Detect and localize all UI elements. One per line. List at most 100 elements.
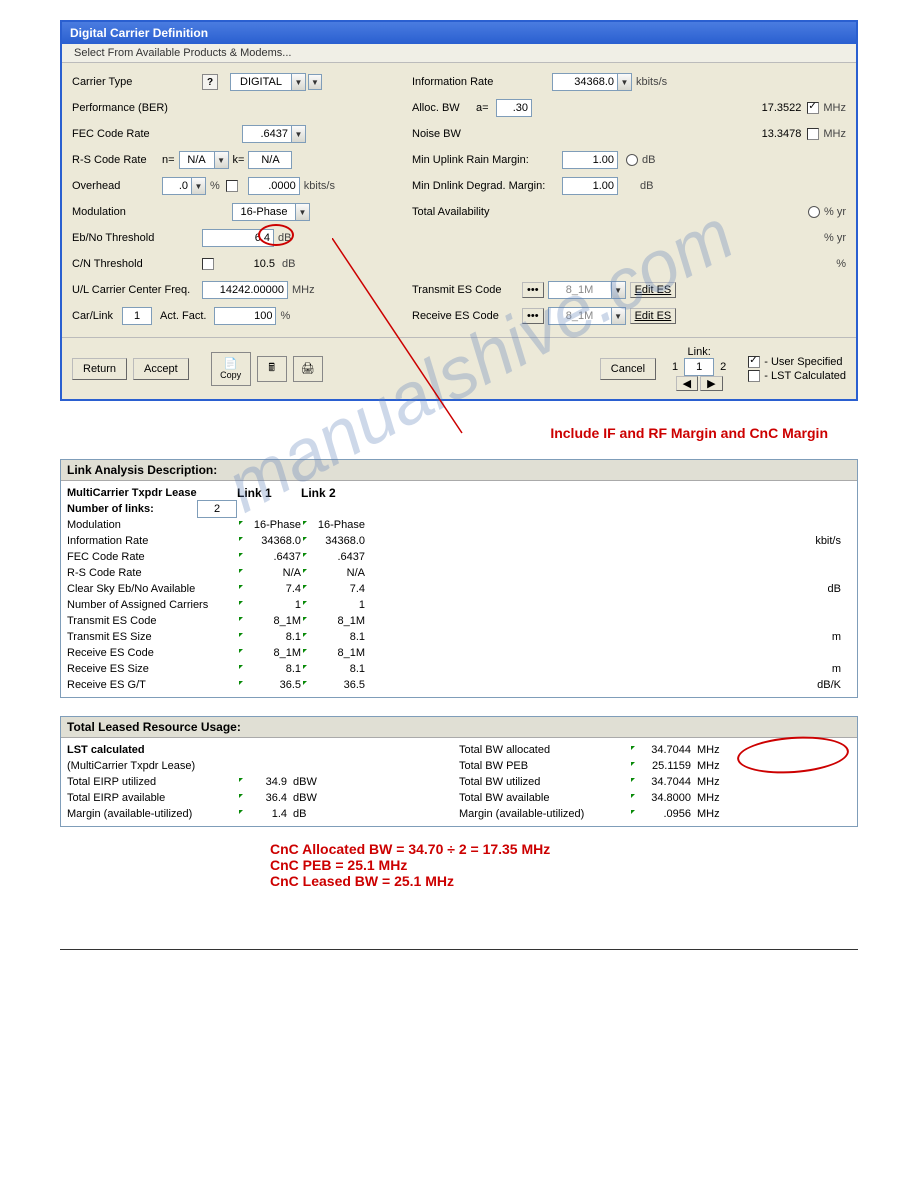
user-specified-label: - User Specified: [764, 356, 842, 368]
chevron-down-icon[interactable]: ▼: [308, 74, 322, 90]
usage-row: Margin (available-utilized)1.4dB: [67, 806, 459, 822]
fec-select[interactable]: .6437▼: [242, 125, 306, 143]
help-button[interactable]: ?: [202, 74, 218, 90]
ta-unit: % yr: [824, 206, 846, 218]
carlink-input[interactable]: [122, 307, 152, 325]
overhead-select[interactable]: .0▼: [162, 177, 206, 195]
print-button[interactable]: 🖨: [293, 356, 323, 382]
table-row: Transmit ES Code8_1M8_1M: [67, 613, 851, 629]
toolbar[interactable]: Select From Available Products & Modems.…: [62, 44, 856, 63]
overhead-checkbox[interactable]: [226, 180, 238, 192]
ta-unit3: %: [836, 258, 846, 270]
lst-label: LST calculated: [67, 744, 237, 756]
printer-icon: 🖨: [301, 362, 315, 375]
lst-calculated-checkbox[interactable]: [748, 370, 760, 382]
link-prev-button[interactable]: ◀: [676, 376, 698, 391]
table-row: Information Rate34368.034368.0kbit/s: [67, 533, 851, 549]
carrier-type-select[interactable]: DIGITAL▼: [230, 73, 306, 91]
table-row: Receive ES Code8_1M8_1M: [67, 645, 851, 661]
link-label: Link:: [688, 346, 711, 358]
return-button[interactable]: Return: [72, 358, 127, 380]
tx-label: Transmit ES Code: [412, 284, 522, 296]
link-analysis-panel: Link Analysis Description: MultiCarrier …: [60, 459, 858, 698]
cn-checkbox[interactable]: [202, 258, 214, 270]
ta-unit2: % yr: [824, 232, 846, 244]
actfact-input[interactable]: [214, 307, 276, 325]
alloc-out: 17.3522: [762, 102, 802, 114]
carlink-label: Car/Link: [72, 310, 122, 322]
total-leased-header: Total Leased Resource Usage:: [61, 717, 857, 738]
user-specified-checkbox[interactable]: [748, 356, 760, 368]
link-1-label: 1: [672, 361, 678, 373]
table-row: Receive ES Size8.18.1m: [67, 661, 851, 677]
calculator-button[interactable]: 🖩: [257, 356, 287, 382]
carrier-type-label: Carrier Type: [72, 76, 202, 88]
chevron-down-icon: ▼: [291, 74, 305, 90]
table-row: FEC Code Rate.6437.6437: [67, 549, 851, 565]
overhead-label: Overhead: [72, 180, 162, 192]
link-input[interactable]: [684, 358, 714, 376]
ulcf-unit: MHz: [292, 284, 315, 296]
annotation-2a: CnC Allocated BW = 34.70 ÷ 2 = 17.35 MHz: [270, 841, 858, 857]
fec-label: FEC Code Rate: [72, 128, 202, 140]
rx-label: Receive ES Code: [412, 310, 522, 322]
accept-button[interactable]: Accept: [133, 358, 189, 380]
rx-edit-button[interactable]: Edit ES: [630, 308, 677, 324]
rs-n-select[interactable]: N/A▼: [179, 151, 229, 169]
chevron-down-icon: ▼: [617, 74, 631, 90]
chevron-down-icon: ▼: [611, 282, 625, 298]
chevron-down-icon: ▼: [295, 204, 309, 220]
nbw-label: Noise BW: [412, 128, 552, 140]
rs-label: R-S Code Rate: [72, 154, 162, 166]
table-row: Clear Sky Eb/No Available7.47.4dB: [67, 581, 851, 597]
overhead-out-input[interactable]: [248, 177, 300, 195]
nbw-unit: MHz: [823, 128, 846, 140]
table-row: Receive ES G/T36.536.5dB/K: [67, 677, 851, 693]
tx-edit-button[interactable]: Edit ES: [630, 282, 677, 298]
ulcf-input[interactable]: [202, 281, 288, 299]
nbw-checkbox[interactable]: [807, 128, 819, 140]
tx-browse-button[interactable]: •••: [522, 282, 544, 298]
chevron-down-icon: ▼: [611, 308, 625, 324]
copy-icon: 📄: [224, 357, 238, 370]
lst-calculated-label: - LST Calculated: [764, 370, 846, 382]
annotation-2b: CnC PEB = 25.1 MHz: [270, 857, 858, 873]
link-next-button[interactable]: ▶: [700, 376, 722, 391]
copy-button[interactable]: 📄Copy: [211, 352, 251, 386]
table-row: Transmit ES Size8.18.1m: [67, 629, 851, 645]
mindn-input[interactable]: [562, 177, 618, 195]
table-row: Modulation16-Phase16-Phase: [67, 517, 851, 533]
cancel-button[interactable]: Cancel: [600, 358, 656, 380]
minup-unit: dB: [642, 154, 655, 166]
ebno-label: Eb/No Threshold: [72, 232, 202, 244]
ta-radio[interactable]: [808, 206, 820, 218]
ulcf-label: U/L Carrier Center Freq.: [72, 284, 202, 296]
ir-select[interactable]: 34368.0▼: [552, 73, 632, 91]
minup-radio[interactable]: [626, 154, 638, 166]
cn-unit: dB: [282, 258, 295, 270]
rx-browse-button[interactable]: •••: [522, 308, 544, 324]
chevron-down-icon: ▼: [214, 152, 228, 168]
nlinks-input[interactable]: [197, 500, 237, 518]
alloc-a-input[interactable]: [496, 99, 532, 117]
modulation-select[interactable]: 16-Phase▼: [232, 203, 310, 221]
actfact-unit: %: [280, 310, 290, 322]
ebno-input[interactable]: [202, 229, 274, 247]
alloc-unit: MHz: [823, 102, 846, 114]
alloc-checkbox[interactable]: [807, 102, 819, 114]
cn-label: C/N Threshold: [72, 258, 202, 270]
minup-label: Min Uplink Rain Margin:: [412, 154, 562, 166]
overhead-pct: %: [210, 180, 220, 192]
overhead-unit: kbits/s: [304, 180, 335, 192]
rs-k-input[interactable]: [248, 151, 292, 169]
minup-input[interactable]: [562, 151, 618, 169]
tx-select[interactable]: 8_1M▼: [548, 281, 626, 299]
link-analysis-header: Link Analysis Description:: [61, 460, 857, 481]
nbw-value: 13.3478: [762, 128, 802, 140]
usage-row: Total BW available34.8000MHz: [459, 790, 851, 806]
rx-select[interactable]: 8_1M▼: [548, 307, 626, 325]
alloc-a-label: a=: [476, 102, 496, 114]
table-row: Number of Assigned Carriers11: [67, 597, 851, 613]
performance-label: Performance (BER): [72, 102, 202, 114]
usage-row: Total BW PEB25.1159MHz: [459, 758, 851, 774]
